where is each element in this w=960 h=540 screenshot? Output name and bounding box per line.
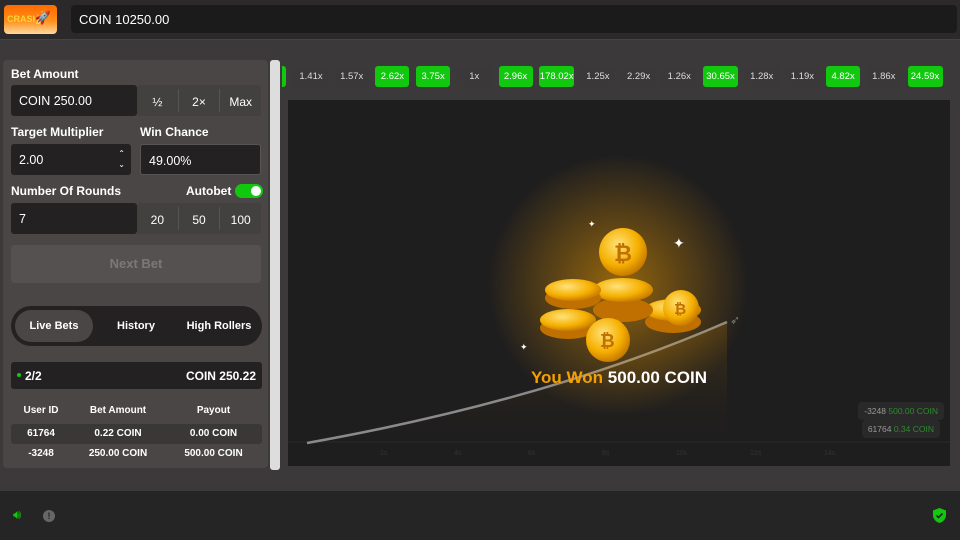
bet-amount-modifiers: ½ 2× Max [137,85,261,116]
cell-bet: 0.22 COIN [94,428,142,439]
cell-payout: 500.00 COIN [184,448,243,459]
x-axis-tick: 4s [454,450,462,457]
history-chip[interactable]: 1.19x [785,66,820,87]
info-icon[interactable]: ! [43,510,55,522]
sound-icon[interactable]: 🔊︎ [13,507,21,523]
bets-table: User ID Bet Amount Payout 61764 0.22 COI… [11,405,262,464]
live-bets-summary: 2/2 COIN 250.22 [11,362,262,389]
history-chip[interactable]: 1.86x [866,66,901,87]
half-button[interactable]: ½ [137,89,178,112]
sparkle-icon: ✦ [673,235,685,251]
cashout-tag: -3248 500.00 COIN [858,402,944,420]
svg-text:✦: ✦ [520,342,528,352]
autobet-toggle[interactable] [235,184,263,198]
history-chip[interactable]: 3.75x [416,66,451,87]
cashout-amount: 500.00 COIN [888,406,938,416]
crash-chart: ➶ ₿ ₿ ₿ ✦ ✦ ✦ 2s4s6s8s10s12s14s You Won … [288,100,950,466]
history-chip[interactable]: 24.59x [907,66,943,87]
bottom-bar: 🔊︎ ! [0,490,960,540]
crash-logo: CRASH 🚀 [4,5,57,34]
max-button[interactable]: Max [219,89,261,112]
cell-user: 61764 [27,428,55,439]
bet-amount-label: Bet Amount [11,67,79,81]
live-dot-icon [17,373,21,377]
rocket-icon: 🚀 [34,10,51,25]
rounds-input[interactable]: 7 [11,203,137,234]
x-axis-tick: 8s [602,450,610,457]
x-axis-tick: 2s [380,450,388,457]
history-chip[interactable]: 1x [456,66,492,87]
bets-total: COIN 250.22 [185,369,256,383]
win-amount: 500.00 COIN [607,368,708,387]
bet-panel: Bet Amount COIN 250.00 ½ 2× Max Target M… [3,60,268,468]
history-chip[interactable] [282,66,286,87]
history-chip[interactable]: 30.65x [703,66,738,87]
x-axis-ticks: 2s 4s 6s 8s 10s 12s 14s [380,450,836,457]
target-multiplier-input[interactable]: 2.00 ⌃ ⌄ [11,144,131,175]
cell-bet: 250.00 COIN [88,448,148,459]
history-chip[interactable]: 1.26x [662,66,697,87]
tab-history[interactable]: History [101,310,171,342]
history-chip[interactable]: 1.25x [580,66,615,87]
stepper-icon[interactable]: ⌃ ⌄ [118,148,125,170]
col-user-id: User ID [23,405,59,416]
win-prefix: You Won [530,368,604,387]
svg-text:₿: ₿ [614,241,632,266]
history-chip[interactable]: 1.41x [294,66,328,87]
history-chip[interactable]: 1.57x [334,66,369,87]
svg-text:₿: ₿ [600,331,615,351]
balance-display: COIN 10250.00 [71,5,957,33]
rounds-50-button[interactable]: 50 [177,207,220,230]
x-axis-tick: 6s [528,450,536,457]
multiplier-history: 1.41x 1.57x 2.62x 3.75x 1x 2.96x 178.02x 1.25x 2… [282,66,960,88]
cashout-amount: 0.34 COIN [893,424,934,434]
table-header: User ID Bet Amount Payout [11,405,262,419]
bets-count: 2/2 [25,369,42,383]
bet-amount-input[interactable]: COIN 250.00 [11,85,137,116]
table-row: 61764 0.22 COIN 0.00 COIN [11,424,262,444]
col-bet-amount: Bet Amount [89,405,147,416]
rounds-20-button[interactable]: 20 [137,207,178,230]
cell-user: -3248 [28,448,54,459]
cashout-user: -3248 [864,406,886,416]
x-axis-tick: 10s [676,450,688,457]
cashout-tag: 61764 0.34 COIN [861,420,940,438]
rounds-label: Number Of Rounds [11,184,121,198]
target-multiplier-label: Target Multiplier [11,125,104,139]
history-chip[interactable]: 2.96x [498,66,533,87]
table-row: -3248 250.00 COIN 500.00 COIN [11,444,262,464]
history-chip[interactable]: 178.02x [539,66,575,87]
col-payout: Payout [196,405,231,416]
history-chip[interactable]: 1.28x [744,66,779,87]
target-value: 2.00 [19,153,44,167]
rounds-100-button[interactable]: 100 [219,207,261,230]
rounds-presets: 20 50 100 [137,203,261,234]
history-chip[interactable]: 4.82x [826,66,861,87]
cell-payout: 0.00 COIN [189,428,238,439]
tab-live-bets[interactable]: Live Bets [15,310,93,342]
win-message: You Won 500.00 COIN [288,368,950,388]
bets-tabs: Live Bets History High Rollers [11,306,262,346]
shield-check-icon[interactable] [933,508,946,523]
svg-text:₿: ₿ [674,301,686,318]
next-bet-button[interactable]: Next Bet [11,245,261,283]
x-axis-tick: 12s [750,450,762,457]
svg-text:✦: ✦ [588,219,596,229]
autobet-label: Autobet [186,184,232,198]
double-button[interactable]: 2× [177,89,220,112]
chart-graphic: ➶ ₿ ₿ ₿ ✦ ✦ ✦ 2s4s6s8s10s12s14s [288,155,950,457]
win-chance-input[interactable]: 49.00% [140,144,261,175]
x-axis-tick: 14s [824,450,836,457]
history-chip[interactable]: 2.62x [375,66,410,87]
history-chip[interactable]: 2.29x [621,66,656,87]
cashout-user: 61764 [867,424,892,434]
win-chance-label: Win Chance [140,125,209,139]
top-bar: CRASH 🚀 COIN 10250.00 [0,0,960,40]
panel-scrollbar[interactable] [270,60,280,470]
tab-high-rollers[interactable]: High Rollers [179,310,259,342]
